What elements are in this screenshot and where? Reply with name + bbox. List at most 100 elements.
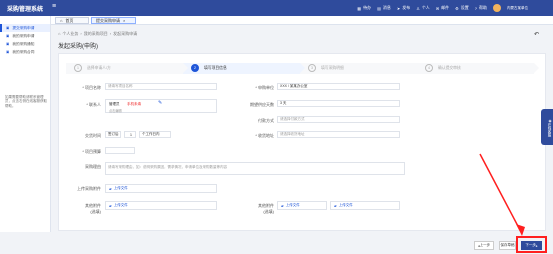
settings-button[interactable]: ⚙ 设置 [455,5,469,11]
page-title: 发起采购(申购) [58,44,98,50]
bottom-actions: ◂ 上一步 保存草稿 下一步 ▸ [0,232,553,254]
edit-icon[interactable]: ✎ [158,100,162,106]
avatar[interactable] [493,4,501,12]
close-icon[interactable]: × [123,18,125,23]
purchase-file-upload[interactable]: ▰ 上传文件 [105,184,217,193]
sidebar-item-my-notices[interactable]: ▣ 我的采购通知 [0,40,50,48]
step-label: 填写采购明细 [321,65,344,70]
user-center-label: 个人 [421,5,430,10]
delivery-time-number[interactable]: 1 [124,131,136,138]
tab-bar: ⌂ 首页 提交采购申请 × [51,16,553,25]
settings-icon: ⚙ [455,5,459,11]
menu-toggle-icon[interactable]: ≡ [52,3,56,10]
tab-home[interactable]: ⌂ 首页 [55,17,89,24]
back-icon[interactable]: ↶ [534,31,539,38]
home-icon: ⌂ [60,18,63,23]
notes-label: 采购理由 [85,164,101,169]
budget-input[interactable] [105,147,135,154]
breadcrumb-separator: › [109,31,112,36]
settings-label: 设置 [460,5,469,10]
progress-steps: 1 选择申请人/方 2 填写项目信息 3 填写采购明细 4 确认提交审核 [66,61,539,75]
tab-submit-request[interactable]: 提交采购申请 × [91,17,136,24]
attachment2-upload[interactable]: ▰ 上传文件 [277,201,327,210]
purchase-unit-select[interactable]: XXX / 某某办公室 [277,83,400,90]
notice-label: 消息 [382,5,391,10]
online-help-button[interactable]: ◉在线客服 [541,109,553,145]
contact-phone: 手机未填 [127,102,141,106]
save-label: 保存草稿 [500,243,515,247]
document-icon: ▣ [6,50,10,54]
project-name-input[interactable]: 请填写项目名称 [105,83,217,90]
save-draft-button[interactable]: 保存草稿 [499,241,516,250]
folder-icon: ▰ [109,186,112,191]
sidebar-item-label: 提交采购申请 [12,25,35,30]
upload-label: 上传文件 [285,203,300,207]
document-icon: ▣ [6,42,10,46]
top-bar: 采购管理系统 ≡ ▦ 待办 ▤ 消息 ➤ 发布 ♙ 个人 ✉ 邮件 ⚙ 设置 ? 帮助 内蒙古… [0,0,553,16]
delivery-days-label: 期望供应天数 [250,102,274,107]
mail-button[interactable]: ✉ 邮件 [436,5,449,11]
step-number: 4 [425,64,433,72]
notice-icon: ▤ [377,5,381,11]
user-name: 内蒙古某单位 [507,6,528,10]
tab-submit-label: 提交采购申请 [96,17,120,23]
other-file-label: 其他附件 (选填) [85,203,101,214]
step-number: 1 [74,64,82,72]
attachment2-label: 其他附件 (选填) [258,203,274,214]
address-select[interactable]: 请选择收货地址 [277,131,400,138]
sidebar-item-label: 我的采购通知 [12,41,35,46]
step-select-applicant[interactable]: 1 选择申请人/方 [66,62,188,74]
breadcrumb-item-current: 发起采购申请 [113,31,138,36]
send-icon: ➤ [396,5,401,11]
project-name-label: * 项目名称 [82,85,101,90]
red-arrow-line [479,153,521,231]
step-purchase-details[interactable]: 3 填写采购明细 [300,62,422,74]
step-project-info[interactable]: 2 填写项目信息 [183,62,305,74]
budget-label: * 项目预算 [82,149,101,154]
sidebar-help-note: 如果需要帮助请联系管理员，点击右侧在线客服获取帮助。 [5,95,47,108]
folder-icon: ▰ [281,203,284,208]
other-file-upload[interactable]: ▰ 上传文件 [105,201,217,210]
upload-label: 上传文件 [113,203,128,207]
tasks-button[interactable]: ▦ 待办 [357,5,371,11]
request-form-card: 1 选择申请人/方 2 填写项目信息 3 填写采购明细 4 确认提交审核 * 项目名称 … [58,53,546,231]
help-icon: ? [474,5,477,11]
folder-icon: ▰ [334,203,337,208]
tasks-label: 待办 [363,5,372,10]
notes-textarea[interactable]: 请填写采购理由，如：说明采购原因，需求情况，申请单位及采购数量等内容 [105,162,405,175]
prev-label: 上一步 [479,243,491,247]
document-icon: ▣ [6,34,10,38]
delivery-days-select[interactable]: 3 天 [277,100,400,107]
sidebar-item-submit-request[interactable]: ▣ 提交采购申请 [0,24,50,32]
contact-name: 管理员 [109,102,120,106]
red-arrow-icon [479,153,525,236]
attachment3-upload[interactable]: ▰ 上传文件 [330,201,400,210]
help-label: 帮助 [479,5,487,10]
purchase-unit-label: * 申购单位 [255,85,274,90]
payment-label: 付款方式 [258,118,274,123]
prev-button[interactable]: ◂ 上一步 [474,241,494,250]
breadcrumb-item-personal[interactable]: 个人业务 [62,31,78,37]
sidebar-item-my-contracts[interactable]: ▣ 我的采购合同 [0,48,50,56]
breadcrumb: ⌂ 个人业务 › 我的采购项目 › 发起采购申请 [58,31,137,37]
step-confirm[interactable]: 4 确认提交审核 [417,62,539,74]
purchase-file-label: 上传采购附件 [77,186,101,191]
highlight-next-button [516,236,547,253]
step-number: 2 [191,64,199,72]
delivery-time-select[interactable]: 签订后 [105,131,121,138]
breadcrumb-separator: › [80,31,82,36]
red-arrow-head [516,224,525,236]
send-label: 发布 [402,5,411,10]
contact-box: 管理员 手机未填 点击编辑 ✎ [105,99,217,113]
breadcrumb-item-projects[interactable]: 我的采购项目 [84,31,108,37]
breadcrumb-home-icon[interactable]: ⌂ [58,31,60,37]
sidebar-item-my-requests[interactable]: ▣ 我的采购申请 [0,32,50,40]
send-button[interactable]: ➤ 发布 [397,5,410,11]
notice-button[interactable]: ▤ 消息 [377,5,391,11]
top-icons: ▦ 待办 ▤ 消息 ➤ 发布 ♙ 个人 ✉ 邮件 ⚙ 设置 ? 帮助 内蒙古某单位 [357,3,547,13]
step-label: 填写项目信息 [204,65,227,70]
tab-home-label: 首页 [65,17,74,23]
user-center-button[interactable]: ♙ 个人 [416,5,430,11]
payment-select[interactable]: 请选择付款方式 [277,116,400,123]
help-button[interactable]: ? 帮助 [475,5,487,11]
